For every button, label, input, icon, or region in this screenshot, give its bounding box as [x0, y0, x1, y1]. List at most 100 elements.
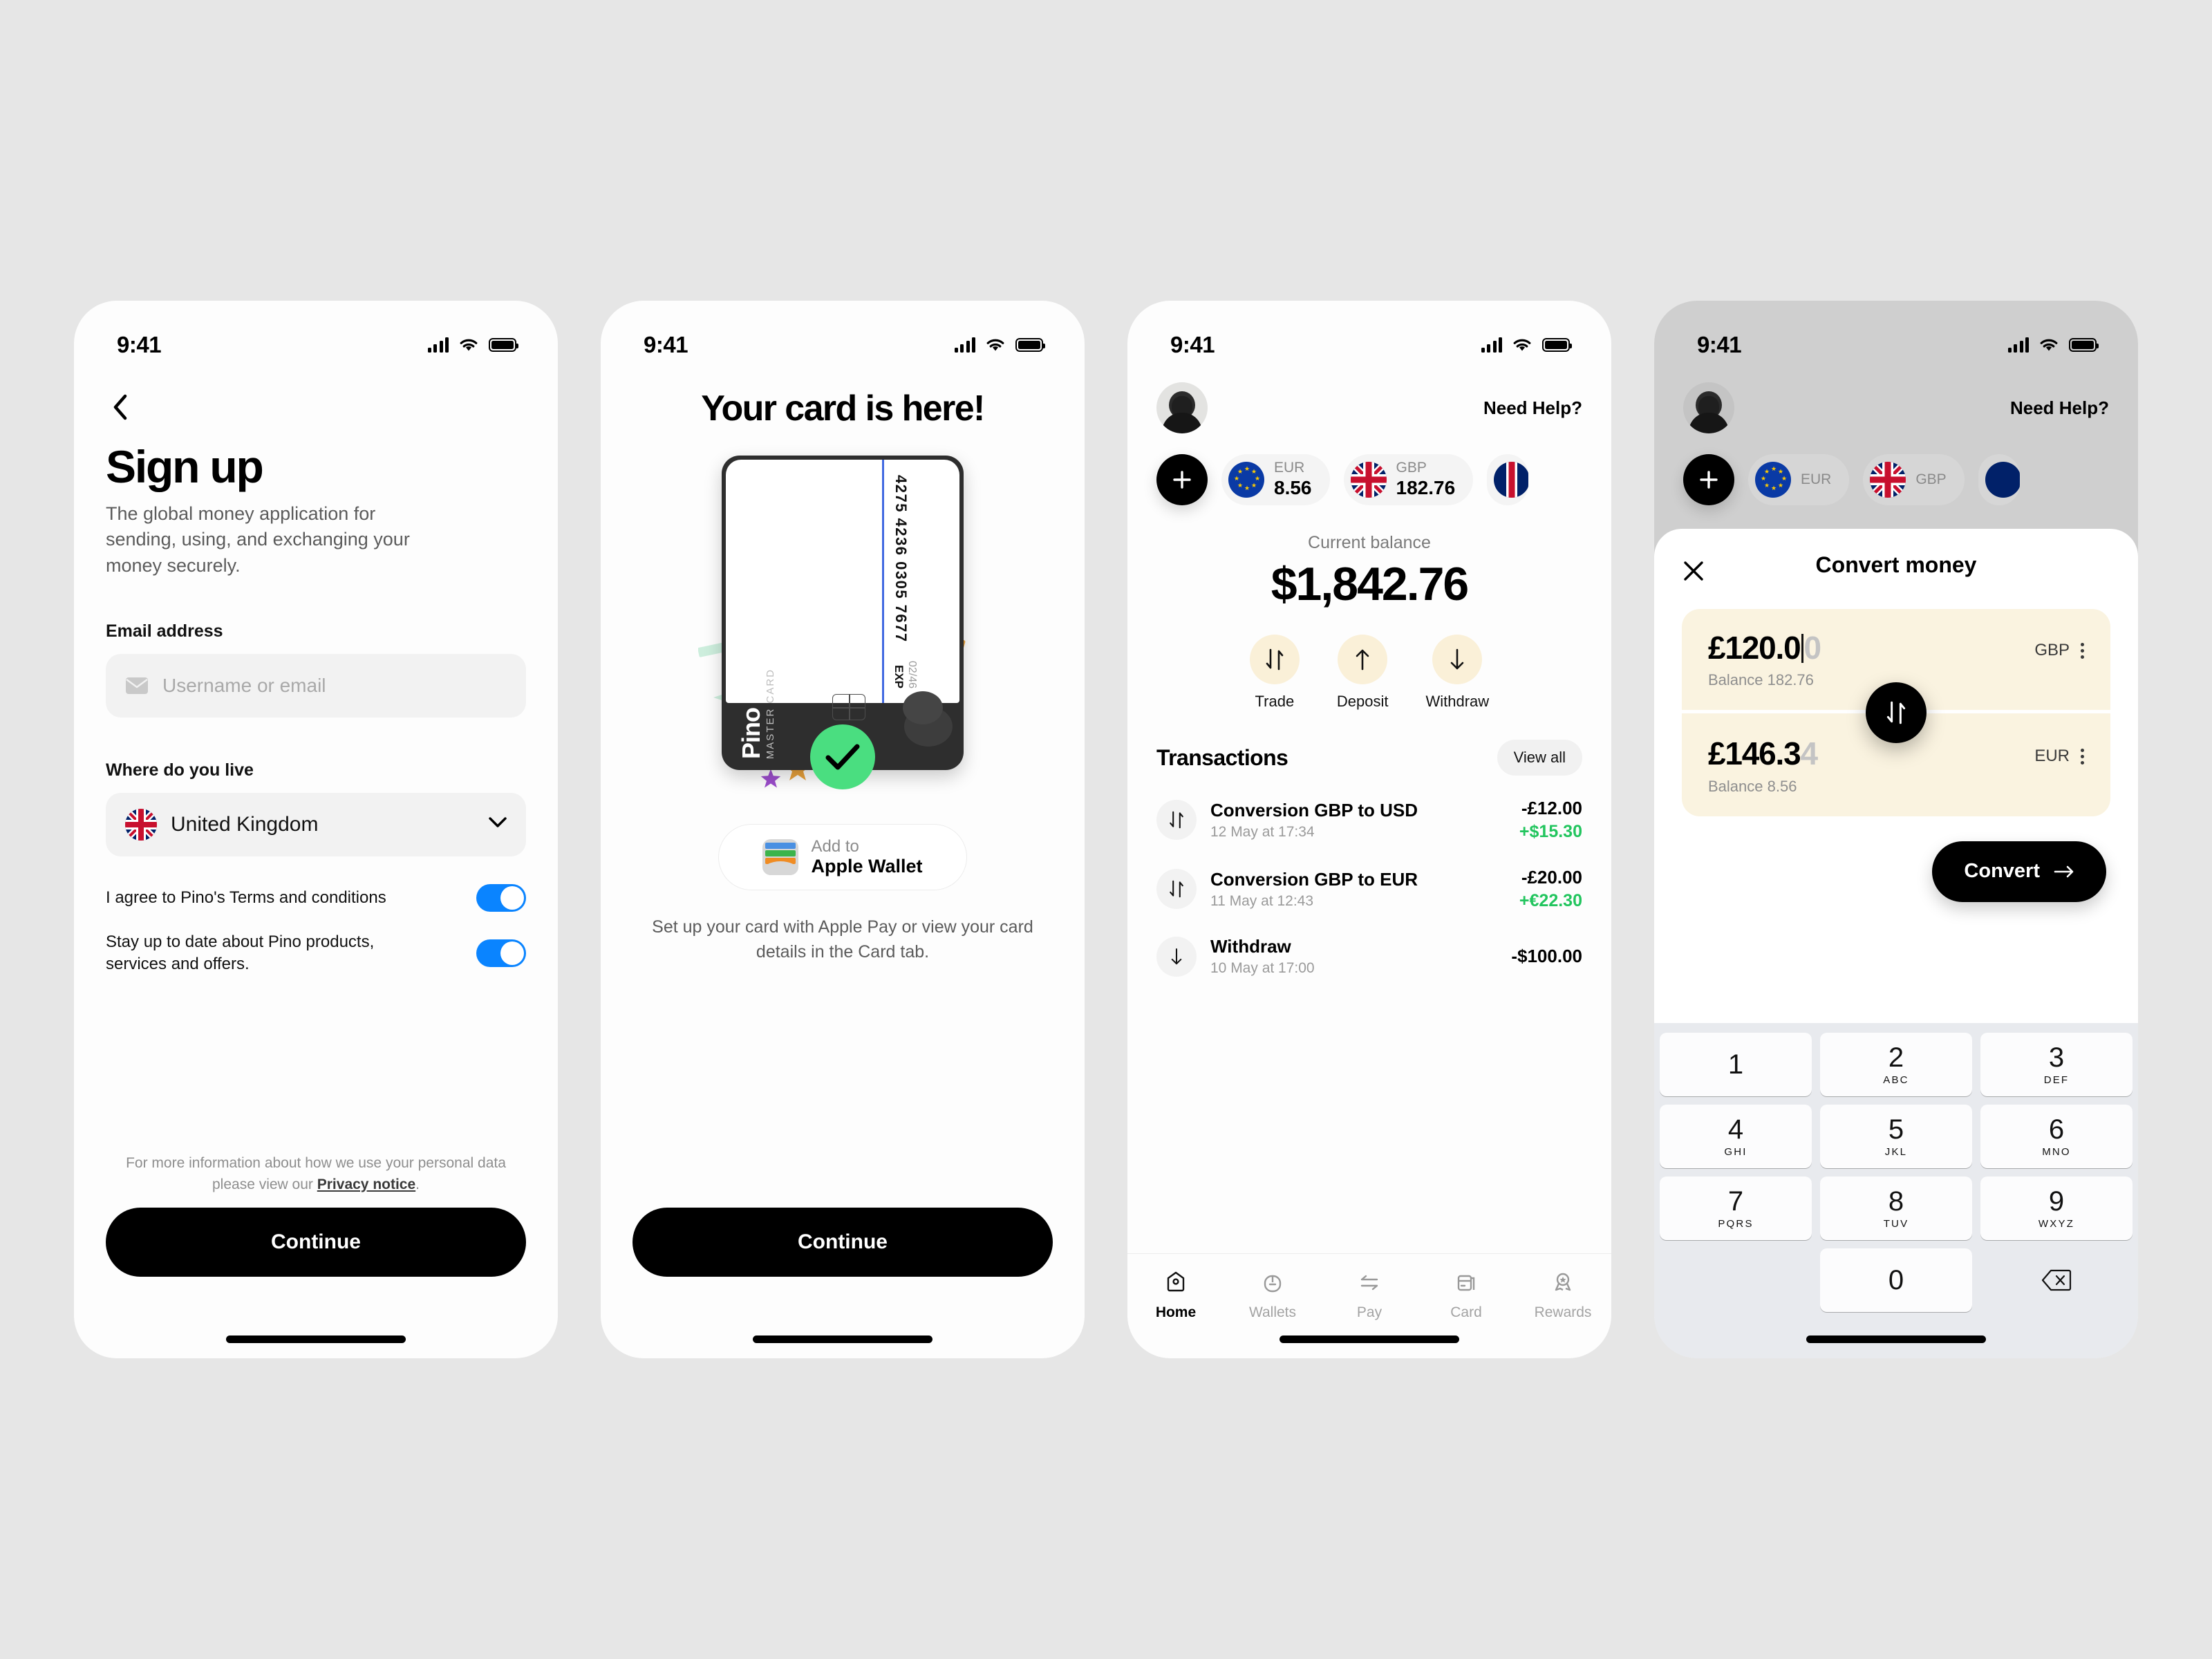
cellular-signal-icon — [1481, 337, 1502, 353]
tab-pay[interactable]: Pay — [1321, 1269, 1418, 1321]
convert-from-balance: Balance 182.76 — [1708, 671, 1814, 689]
action-deposit[interactable]: Deposit — [1337, 635, 1388, 711]
key-9[interactable]: 9 WXYZ — [1980, 1177, 2133, 1240]
tab-card[interactable]: Card — [1418, 1269, 1515, 1321]
swap-vertical-icon — [1249, 635, 1300, 684]
email-field[interactable]: Username or email — [106, 653, 526, 718]
tab-rewards[interactable]: Rewards — [1515, 1269, 1611, 1321]
table-row[interactable]: Conversion GBP to EUR 11 May at 12:43 -£… — [1156, 854, 1582, 924]
table-row[interactable]: Conversion GBP to USD 12 May at 17:34 -£… — [1156, 785, 1582, 854]
terms-toggle[interactable] — [476, 883, 526, 912]
add-to-apple-wallet-button[interactable]: Add to Apple Wallet — [718, 824, 967, 890]
convert-button[interactable]: Convert — [1932, 841, 2106, 902]
status-icons — [427, 337, 518, 353]
wallet-amount: 182.76 — [1396, 477, 1456, 499]
wallet-chip-next — [1978, 454, 2020, 505]
wallet-chip-eur[interactable]: ★ ★ ★ ★ ★ ★ ★ ★ EUR 8.56 — [1221, 454, 1330, 505]
key-3[interactable]: 3 DEF — [1980, 1033, 2133, 1096]
action-trade[interactable]: Trade — [1249, 635, 1300, 711]
wifi-icon — [986, 339, 1004, 351]
swap-vertical-icon — [1886, 701, 1906, 724]
convert-to-currency[interactable]: EUR — [2034, 747, 2070, 766]
avatar[interactable] — [1156, 382, 1208, 433]
key-2[interactable]: 2 ABC — [1820, 1033, 1972, 1096]
wallet-chip-gbp[interactable]: GBP 182.76 — [1343, 454, 1474, 505]
tab-wallets[interactable]: Wallets — [1224, 1269, 1321, 1321]
swap-currencies-button[interactable] — [1866, 682, 1927, 743]
key-5[interactable]: 5 JKL — [1820, 1105, 1972, 1168]
phone-screen-card-ready: 9:41 Your card is here! 4275 4236 0305 7… — [601, 301, 1085, 1358]
uk-flag-icon — [1870, 462, 1906, 498]
tab-home[interactable]: Home — [1127, 1269, 1224, 1321]
home-icon — [1167, 1271, 1185, 1292]
key-digit: 6 — [2048, 1114, 2065, 1145]
key-0[interactable]: 0 — [1820, 1248, 1972, 1312]
key-digit: 0 — [1888, 1265, 1904, 1295]
terms-toggle-row[interactable]: I agree to Pino's Terms and conditions — [106, 883, 526, 912]
signup-content: Sign up The global money application for… — [74, 364, 558, 976]
status-icons — [2007, 337, 2099, 353]
transaction-amount-secondary: +$15.30 — [1519, 822, 1582, 841]
card-ready-content: Your card is here! 4275 4236 0305 7677 E… — [601, 364, 1085, 964]
page-title: Your card is here! — [701, 388, 985, 429]
home-indicator — [1280, 1335, 1459, 1343]
home-indicator — [1806, 1335, 1986, 1343]
back-button[interactable] — [106, 393, 133, 421]
swap-vertical-icon — [1156, 869, 1197, 909]
convert-button-label: Convert — [1964, 860, 2040, 883]
continue-button[interactable]: Continue — [632, 1208, 1053, 1277]
email-placeholder: Username or email — [162, 674, 326, 696]
avatar — [1683, 382, 1734, 433]
more-options-icon[interactable] — [2081, 642, 2084, 659]
table-row[interactable]: Withdraw 10 May at 17:00 -$100.00 — [1156, 924, 1582, 989]
status-bar: 9:41 — [601, 301, 1085, 364]
status-time: 9:41 — [1170, 332, 1215, 357]
eu-flag-icon: ★ ★ ★ ★ ★ ★ ★ ★ — [1755, 462, 1791, 498]
swap-vertical-icon — [1156, 800, 1197, 840]
cellular-signal-icon — [427, 337, 449, 353]
key-digit: 3 — [2048, 1042, 2065, 1073]
country-select[interactable]: United Kingdom — [106, 792, 526, 856]
continue-button[interactable]: Continue — [106, 1208, 526, 1277]
privacy-notice-link[interactable]: Privacy notice — [317, 1177, 415, 1192]
need-help-link[interactable]: Need Help? — [1483, 397, 1582, 419]
card-illustration: 4275 4236 0305 7677 EXP 02/46 Pino MASTE… — [698, 456, 966, 789]
wallet-currency-code: EUR — [1801, 471, 1832, 487]
amount-ghost: 4 — [1800, 735, 1819, 772]
country-value: United Kingdom — [171, 812, 319, 836]
legal-prefix: For more information about how we use yo… — [126, 1155, 506, 1192]
action-withdraw[interactable]: Withdraw — [1425, 635, 1489, 711]
wallet-chip-gbp: GBP — [1863, 454, 1965, 505]
marketing-toggle-row[interactable]: Stay up to date about Pino products, ser… — [106, 931, 526, 976]
add-wallet-button[interactable] — [1156, 454, 1208, 505]
key-7[interactable]: 7 PQRS — [1660, 1177, 1812, 1240]
backspace-button[interactable] — [1980, 1248, 2133, 1312]
eu-flag-icon: ★ ★ ★ ★ ★ ★ ★ ★ — [1228, 462, 1264, 498]
transaction-date: 10 May at 17:00 — [1210, 960, 1315, 976]
key-4[interactable]: 4 GHI — [1660, 1105, 1812, 1168]
card-accent-line — [882, 460, 884, 703]
marketing-toggle[interactable] — [476, 939, 526, 968]
wallet-currency-code: GBP — [1396, 460, 1427, 476]
card-brand: Pino — [737, 708, 765, 759]
key-6[interactable]: 6 MNO — [1980, 1105, 2133, 1168]
wallet-chip-next[interactable] — [1487, 454, 1529, 505]
convert-from-currency[interactable]: GBP — [2034, 641, 2070, 660]
key-digit: 4 — [1727, 1114, 1744, 1145]
view-all-button[interactable]: View all — [1497, 740, 1582, 776]
key-8[interactable]: 8 TUV — [1820, 1177, 1972, 1240]
key-digit: 1 — [1727, 1049, 1744, 1080]
virtual-card[interactable]: 4275 4236 0305 7677 EXP 02/46 Pino MASTE… — [722, 456, 964, 770]
key-letters: ABC — [1883, 1074, 1909, 1086]
wifi-icon — [2040, 339, 2058, 351]
transaction-amount: -£20.00 — [1521, 867, 1582, 888]
more-options-icon[interactable] — [2081, 748, 2084, 765]
convert-money-sheet: Convert money £120.0 0 Balance 182.76 GBP… — [1654, 529, 2138, 1358]
cellular-signal-icon — [954, 337, 975, 353]
confetti-icon — [760, 769, 781, 788]
conversion-fields: £120.0 0 Balance 182.76 GBP £146.34 Balan… — [1682, 609, 2110, 816]
transactions-title: Transactions — [1156, 744, 1288, 770]
key-1[interactable]: 1 — [1660, 1033, 1812, 1096]
transaction-date: 12 May at 17:34 — [1210, 823, 1315, 840]
transaction-amount: -$100.00 — [1511, 946, 1582, 966]
